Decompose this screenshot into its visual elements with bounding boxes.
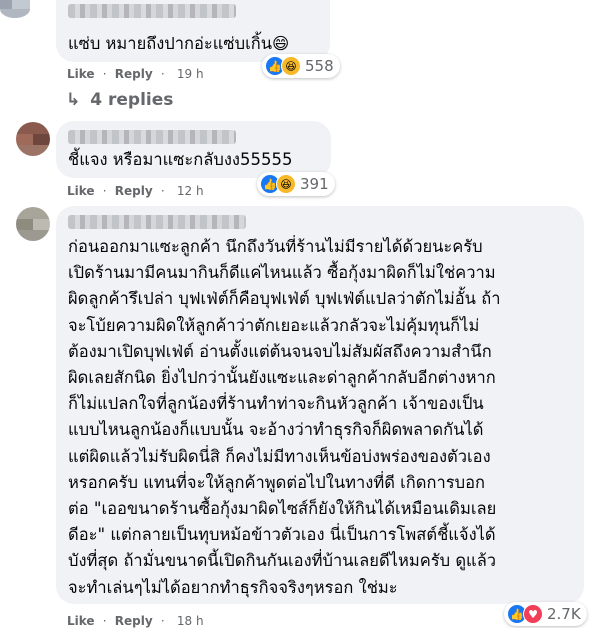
reply-arrow-icon: ↳ (66, 90, 81, 110)
comment-text: ชี้แจง หรือมาแซะกลับงง55555 (68, 150, 293, 169)
comment-actions: Like · Reply · 12 h (67, 184, 204, 198)
haha-icon: 😆 (281, 56, 301, 76)
reaction-summary[interactable]: 👍 😆 391 (257, 172, 335, 196)
reaction-count: 558 (305, 57, 334, 75)
reply-link[interactable]: Reply (115, 614, 153, 628)
author-name-redacted[interactable] (68, 215, 246, 229)
timestamp[interactable]: 12 h (177, 184, 204, 198)
reaction-summary[interactable]: 👍 ♥ 2.7K (504, 602, 587, 626)
comment-actions: Like · Reply · 18 h (67, 614, 204, 628)
view-replies-link[interactable]: ↳ 4 replies (66, 90, 173, 110)
comment-bubble: ชี้แจง หรือมาแซะกลับงง55555 (56, 121, 331, 178)
comment-bubble: แซ่บ หมายถึงปากอ่ะแซ่บเกิ้น😄 (56, 0, 330, 62)
reply-link[interactable]: Reply (115, 67, 153, 81)
comment-text: ก่อนออกมาแซะลูกค้า นึกถึงวันที่ร้านไม่มี… (68, 237, 501, 597)
comment-text: แซ่บ หมายถึงปากอ่ะแซ่บเกิ้น😄 (68, 34, 290, 53)
timestamp[interactable]: 18 h (177, 614, 204, 628)
like-link[interactable]: Like (67, 67, 95, 81)
avatar[interactable] (0, 0, 30, 18)
comment-bubble: ก่อนออกมาแซะลูกค้า นึกถึงวันที่ร้านไม่มี… (56, 206, 584, 604)
comment-actions: Like · Reply · 19 h (67, 67, 204, 81)
love-icon: ♥ (523, 604, 543, 624)
avatar[interactable] (16, 207, 50, 241)
like-link[interactable]: Like (67, 184, 95, 198)
like-link[interactable]: Like (67, 614, 95, 628)
author-name-redacted[interactable] (68, 4, 236, 18)
author-name-redacted[interactable] (68, 130, 236, 144)
timestamp[interactable]: 19 h (177, 67, 204, 81)
reaction-count: 391 (300, 175, 329, 193)
reaction-summary[interactable]: 👍 😆 558 (262, 54, 340, 78)
avatar[interactable] (16, 122, 50, 156)
reaction-count: 2.7K (547, 605, 581, 623)
reply-link[interactable]: Reply (115, 184, 153, 198)
haha-icon: 😆 (276, 174, 296, 194)
